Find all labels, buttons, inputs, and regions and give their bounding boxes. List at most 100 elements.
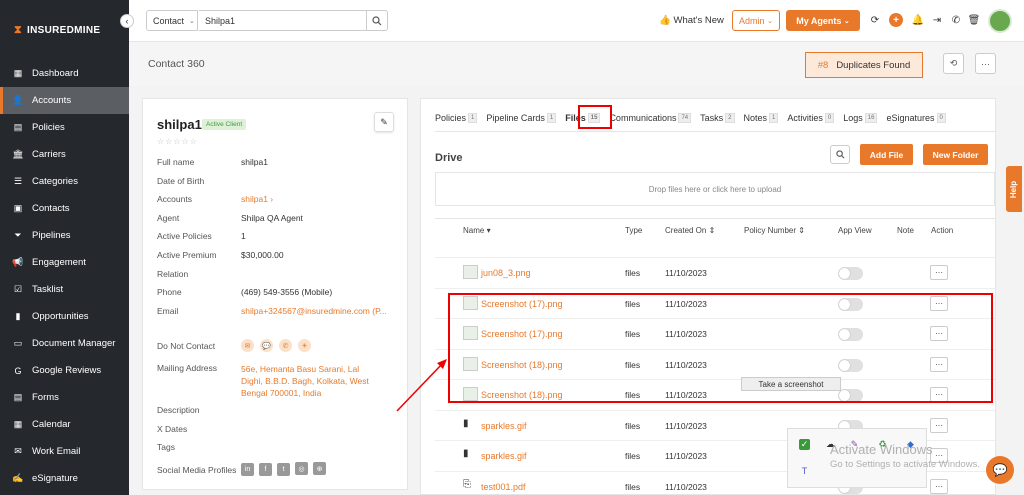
- sidebar-item-dashboard[interactable]: ▦ Dashboard: [0, 60, 129, 87]
- sidebar-item-work-email[interactable]: ✉ Work Email: [0, 438, 129, 465]
- sidebar-item-document-manager[interactable]: ▭ Document Manager: [0, 330, 129, 357]
- file-name-link[interactable]: test001.pdf: [481, 482, 526, 492]
- app-view-toggle[interactable]: [838, 328, 863, 341]
- tab-policies[interactable]: Policies 1: [435, 112, 478, 123]
- app-view-toggle[interactable]: [838, 389, 863, 402]
- sync-icon[interactable]: ⟲: [943, 53, 964, 74]
- col-created-header[interactable]: Created On ⇕: [665, 226, 715, 235]
- phone-icon[interactable]: ✆: [950, 14, 962, 26]
- twitter-icon[interactable]: t: [277, 462, 290, 476]
- col-name-header[interactable]: Name ▾: [463, 226, 491, 235]
- sidebar-item-esignature[interactable]: ✍ eSignature: [0, 465, 129, 492]
- call-toggle-icon[interactable]: ✆: [279, 339, 292, 352]
- table-row[interactable]: Screenshot (18).png files 11/10/2023 ···: [435, 379, 995, 410]
- file-name-link[interactable]: Screenshot (17).png: [481, 299, 563, 309]
- sun-toggle-icon[interactable]: ☀: [298, 339, 311, 352]
- instagram-icon[interactable]: ◎: [295, 462, 308, 475]
- linkedin-icon[interactable]: in: [241, 462, 254, 476]
- sidebar-item-carriers[interactable]: 🏛 Carriers: [0, 141, 129, 168]
- refresh-icon[interactable]: ⟳: [869, 14, 881, 26]
- file-name-link[interactable]: Screenshot (18).png: [481, 360, 563, 370]
- trash-icon[interactable]: 🗑: [968, 14, 981, 26]
- email-toggle-icon[interactable]: ✉: [241, 339, 254, 352]
- app-view-toggle[interactable]: [838, 297, 863, 311]
- sidebar-item-label: Policies: [32, 122, 65, 133]
- upload-dropzone[interactable]: Drop files here or click here to upload: [435, 172, 995, 206]
- shield-check-icon[interactable]: ✓: [799, 439, 810, 450]
- globe-icon[interactable]: ⊕: [313, 462, 326, 475]
- bell-icon[interactable]: 🔔: [912, 14, 924, 26]
- brand-logo[interactable]: ⧗ INSUREDMINE: [0, 0, 129, 60]
- sidebar-item-opportunities[interactable]: ▮ Opportunities: [0, 303, 129, 330]
- row-actions-menu-icon[interactable]: ···: [930, 265, 948, 280]
- table-row[interactable]: Screenshot (17).png files 11/10/2023 ···: [435, 318, 995, 349]
- files-table-header: Name ▾ Type Created On ⇕ Policy Number ⇕…: [435, 218, 995, 240]
- add-circle-icon[interactable]: +: [889, 13, 903, 27]
- app-view-toggle[interactable]: [838, 267, 863, 280]
- edit-pencil-icon[interactable]: ✎: [374, 112, 394, 132]
- more-options-icon[interactable]: ···: [975, 53, 996, 74]
- table-row[interactable]: Screenshot (18).png files 11/10/2023 ···: [435, 348, 995, 380]
- search-scope-select[interactable]: Contact ⌄: [146, 10, 198, 31]
- sidebar-item-forms[interactable]: ▤ Forms: [0, 384, 129, 411]
- rating-stars[interactable]: ☆☆☆☆☆: [157, 137, 198, 146]
- tab-communications[interactable]: Communications 74: [609, 112, 692, 123]
- row-actions-menu-icon[interactable]: ···: [930, 326, 948, 341]
- sidebar-item-label: Work Email: [32, 446, 81, 457]
- row-actions-menu-icon[interactable]: ···: [930, 387, 948, 402]
- file-name-link[interactable]: Screenshot (17).png: [481, 329, 563, 339]
- field-value[interactable]: shilpa+324567@insuredmine.com (P...: [241, 306, 387, 316]
- tab-activities[interactable]: Activities 0: [787, 112, 835, 123]
- mailing-address-value[interactable]: 56e, Hemanta Basu Sarani, Lal Dighi, B.B…: [241, 363, 369, 399]
- admin-label: Admin: [739, 15, 765, 26]
- sidebar-collapse-chevron-icon[interactable]: ‹: [120, 14, 134, 28]
- new-folder-button[interactable]: New Folder: [923, 144, 988, 165]
- sidebar-item-categories[interactable]: ☰ Categories: [0, 168, 129, 195]
- row-actions-menu-icon[interactable]: ···: [930, 295, 948, 311]
- whats-new-link[interactable]: 👍 What's New: [659, 15, 724, 26]
- file-name-link[interactable]: Screenshot (18).png: [481, 390, 563, 400]
- tab-pipeline-cards[interactable]: Pipeline Cards 1: [486, 112, 557, 123]
- google-icon: G: [14, 365, 22, 376]
- help-tab[interactable]: Help: [1006, 166, 1022, 212]
- sms-toggle-icon[interactable]: 💬: [260, 339, 273, 352]
- sidebar-item-google-reviews[interactable]: G Google Reviews: [0, 357, 129, 384]
- teams-icon[interactable]: T: [799, 465, 810, 476]
- add-file-button[interactable]: Add File: [860, 144, 913, 165]
- user-avatar[interactable]: [988, 9, 1012, 33]
- tab-notes[interactable]: Notes 1: [744, 112, 779, 123]
- row-actions-menu-icon[interactable]: ···: [930, 478, 948, 494]
- tab-label: eSignatures: [886, 112, 935, 123]
- duplicates-found-button[interactable]: #8 Duplicates Found: [805, 52, 923, 78]
- tab-tasks[interactable]: Tasks 2: [700, 112, 735, 123]
- sidebar-item-engagement[interactable]: 📢 Engagement: [0, 249, 129, 276]
- file-name-link[interactable]: jun08_3.png: [481, 268, 531, 278]
- table-row[interactable]: Screenshot (17).png files 11/10/2023 ···: [435, 287, 995, 319]
- row-actions-menu-icon[interactable]: ···: [930, 417, 948, 433]
- my-agents-dropdown[interactable]: My Agents ⌄: [786, 10, 860, 31]
- drive-search-button[interactable]: [830, 145, 850, 164]
- sidebar-item-calendar[interactable]: ▦ Calendar: [0, 411, 129, 438]
- sidebar-item-contacts[interactable]: ▣ Contacts: [0, 195, 129, 222]
- sidebar-item-label: Categories: [32, 176, 78, 187]
- tab-logs[interactable]: Logs 16: [843, 112, 878, 123]
- file-name-link[interactable]: sparkles.gif: [481, 451, 527, 461]
- search-button[interactable]: [366, 10, 388, 31]
- facebook-icon[interactable]: f: [259, 462, 272, 476]
- table-row[interactable]: jun08_3.png files 11/10/2023 ···: [435, 257, 995, 288]
- col-name-label: Name: [463, 226, 485, 235]
- tab-esignatures[interactable]: eSignatures 0: [886, 112, 946, 123]
- field-value[interactable]: shilpa1 ›: [241, 194, 273, 204]
- sidebar-item-tasklist[interactable]: ☑ Tasklist: [0, 276, 129, 303]
- search-input[interactable]: [199, 10, 367, 31]
- app-view-toggle[interactable]: [838, 358, 863, 372]
- sidebar-item-policies[interactable]: ▤ Policies: [0, 114, 129, 141]
- file-name-link[interactable]: sparkles.gif: [481, 421, 527, 431]
- sidebar-item-accounts[interactable]: 👤 Accounts: [0, 87, 129, 114]
- logout-icon[interactable]: ⇥: [931, 14, 943, 26]
- col-policy-header[interactable]: Policy Number ⇕: [744, 226, 805, 235]
- chat-bubble-icon[interactable]: 💬: [986, 456, 1014, 484]
- sidebar-item-pipelines[interactable]: ⏷ Pipelines: [0, 222, 129, 249]
- row-actions-menu-icon[interactable]: ···: [930, 356, 948, 372]
- admin-dropdown[interactable]: Admin ⌄: [732, 10, 780, 31]
